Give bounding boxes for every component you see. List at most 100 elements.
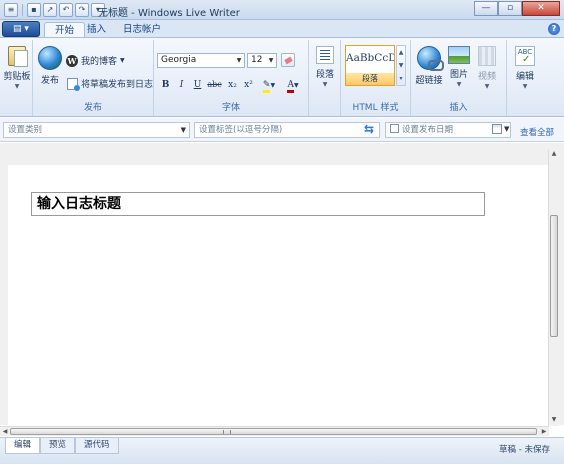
- style-sample-text: AaBbCcD: [346, 52, 394, 64]
- chevron-down-icon: ▼: [180, 126, 186, 134]
- post-properties-bar: 设置类别 ▼ 设置标签(以逗号分隔) ⇆ 设置发布日期 ▼ 查看全部: [0, 118, 564, 142]
- paragraph-icon: [316, 46, 334, 64]
- font-color-button[interactable]: A▼: [282, 78, 304, 93]
- divider: [22, 4, 23, 16]
- undo-icon[interactable]: ↶: [59, 3, 73, 17]
- hyperlink-icon: [417, 46, 444, 71]
- chevron-down-icon: ▼: [268, 57, 274, 64]
- minimize-button[interactable]: —: [474, 1, 498, 16]
- chevron-down-icon: ▼: [293, 82, 299, 89]
- scroll-left-icon[interactable]: ◀: [0, 427, 10, 437]
- wordpress-icon: W: [66, 54, 78, 67]
- tab-source-view[interactable]: 源代码: [75, 438, 119, 454]
- video-button[interactable]: 视频 ▼: [475, 46, 499, 90]
- publish-quick-icon[interactable]: ↗: [43, 3, 57, 17]
- scroll-down-icon[interactable]: ▼: [549, 416, 559, 426]
- editing-label: 编辑: [515, 72, 534, 82]
- maximize-button[interactable]: ▫: [498, 1, 522, 16]
- font-family-select[interactable]: Georgia ▼: [157, 53, 245, 68]
- clipboard-button[interactable]: 剪贴板 ▼: [3, 46, 31, 90]
- hyperlink-label: 超链接: [415, 76, 443, 86]
- paragraph-button[interactable]: 段落 ▼: [312, 46, 338, 88]
- chevron-down-icon: ▼: [456, 81, 462, 88]
- app-icon[interactable]: ≡: [4, 3, 18, 17]
- gallery-more-button[interactable]: ▲ ▼ ▾: [396, 45, 406, 86]
- font-size-value: 12: [251, 55, 263, 65]
- group-label-font: 字体: [221, 103, 240, 113]
- vertical-scroll-thumb[interactable]: [550, 215, 558, 337]
- save-icon[interactable]: ▪: [27, 3, 41, 17]
- quick-access-toolbar: ≡ ▪ ↗ ↶ ↷ ▾: [4, 3, 105, 17]
- font-size-select[interactable]: 12 ▼: [247, 53, 277, 68]
- strikethrough-button[interactable]: abc: [207, 78, 222, 92]
- scroll-right-icon[interactable]: ▶: [539, 427, 549, 437]
- my-blog-dropdown[interactable]: W 我的博客 ▼: [66, 54, 125, 67]
- picture-button[interactable]: 图片 ▼: [447, 46, 471, 88]
- clipboard-icon: [8, 46, 28, 67]
- post-title-input[interactable]: 输入日志标题: [31, 192, 485, 216]
- chevron-down-icon[interactable]: ▼: [504, 125, 509, 133]
- paragraph-label: 段落: [315, 70, 334, 80]
- horizontal-scrollbar[interactable]: ◀ ▶: [0, 426, 549, 436]
- highlight-button[interactable]: ✎▼: [258, 78, 280, 93]
- group-font: Georgia ▼ 12 ▼ B I U abc x₂ x² ✎▼ A▼ 字体: [154, 40, 309, 116]
- underline-button[interactable]: U: [190, 78, 205, 92]
- scroll-up-icon[interactable]: ▲: [549, 150, 559, 160]
- refresh-icon[interactable]: ⇆: [364, 123, 374, 135]
- group-label-publish: 发布: [83, 103, 102, 113]
- superscript-button[interactable]: x²: [241, 78, 256, 92]
- tab-insert[interactable]: 插入: [77, 22, 116, 38]
- window-controls: — ▫ ✕: [474, 1, 560, 16]
- help-icon[interactable]: ?: [548, 23, 560, 35]
- group-editing: ABC 编辑 ▼: [507, 40, 543, 116]
- clipboard-label: 剪贴板: [3, 72, 31, 82]
- tab-blog-account[interactable]: 日志帐户: [113, 22, 171, 38]
- post-draft-button[interactable]: 将草稿发布到日志: [67, 77, 154, 91]
- title-bar: ≡ ▪ ↗ ↶ ↷ ▾ 无标题 - Windows Live Writer — …: [0, 0, 564, 20]
- category-placeholder: 设置类别: [8, 125, 43, 135]
- redo-icon[interactable]: ↷: [75, 3, 89, 17]
- group-paragraph: 段落 ▼: [309, 40, 341, 116]
- globe-icon: [38, 46, 62, 70]
- tab-edit-view[interactable]: 编辑: [5, 438, 41, 454]
- app-menu-button[interactable]: ▤ ▾: [2, 21, 40, 37]
- chevron-down-icon: ▼: [522, 83, 528, 90]
- publish-date-label: 设置发布日期: [402, 125, 454, 135]
- style-name: 段落: [346, 73, 394, 85]
- ribbon-tab-strip: ▤ ▾ 开始 插入 日志帐户 ?: [0, 20, 564, 38]
- tab-preview-view[interactable]: 预览: [40, 438, 76, 454]
- html-style-gallery[interactable]: AaBbCcD 段落: [345, 45, 395, 86]
- picture-icon: [448, 46, 470, 64]
- bold-button[interactable]: B: [158, 78, 173, 92]
- editing-button[interactable]: ABC 编辑 ▼: [512, 46, 538, 90]
- clear-formatting-icon[interactable]: [281, 53, 295, 67]
- video-label: 视频: [477, 72, 496, 82]
- chevron-down-icon: ▼: [14, 83, 20, 90]
- group-label-insert: 插入: [449, 103, 468, 113]
- video-icon: [478, 46, 496, 66]
- chevron-down-icon: ▼: [270, 82, 276, 89]
- chevron-down-icon: ▼: [120, 57, 125, 64]
- spellcheck-icon: ABC: [515, 46, 535, 66]
- my-blog-label: 我的博客: [81, 57, 118, 67]
- window-title: 无标题 - Windows Live Writer: [98, 8, 240, 19]
- chevron-down-icon: ▼: [322, 81, 328, 88]
- italic-button[interactable]: I: [174, 78, 189, 92]
- hyperlink-button[interactable]: 超链接: [415, 46, 444, 86]
- tags-input[interactable]: 设置标签(以逗号分隔): [194, 122, 380, 138]
- close-button[interactable]: ✕: [522, 1, 560, 16]
- publish-button[interactable]: 发布: [37, 46, 63, 86]
- calendar-icon[interactable]: [492, 124, 502, 134]
- draft-document-icon: [67, 77, 80, 91]
- group-label-html-style: HTML 样式: [352, 103, 399, 113]
- horizontal-scroll-thumb[interactable]: [10, 428, 537, 435]
- publish-label: 发布: [40, 76, 59, 86]
- group-clipboard: 剪贴板 ▼: [0, 40, 33, 116]
- subscript-button[interactable]: x₂: [225, 78, 240, 92]
- publish-date-checkbox[interactable]: [390, 124, 399, 133]
- post-draft-label: 将草稿发布到日志: [81, 80, 154, 90]
- view-all-link[interactable]: 查看全部: [520, 126, 554, 138]
- tags-placeholder: 设置标签(以逗号分隔): [199, 125, 283, 135]
- category-select[interactable]: 设置类别 ▼: [3, 122, 190, 138]
- vertical-scrollbar[interactable]: ▲ ▼: [548, 150, 559, 426]
